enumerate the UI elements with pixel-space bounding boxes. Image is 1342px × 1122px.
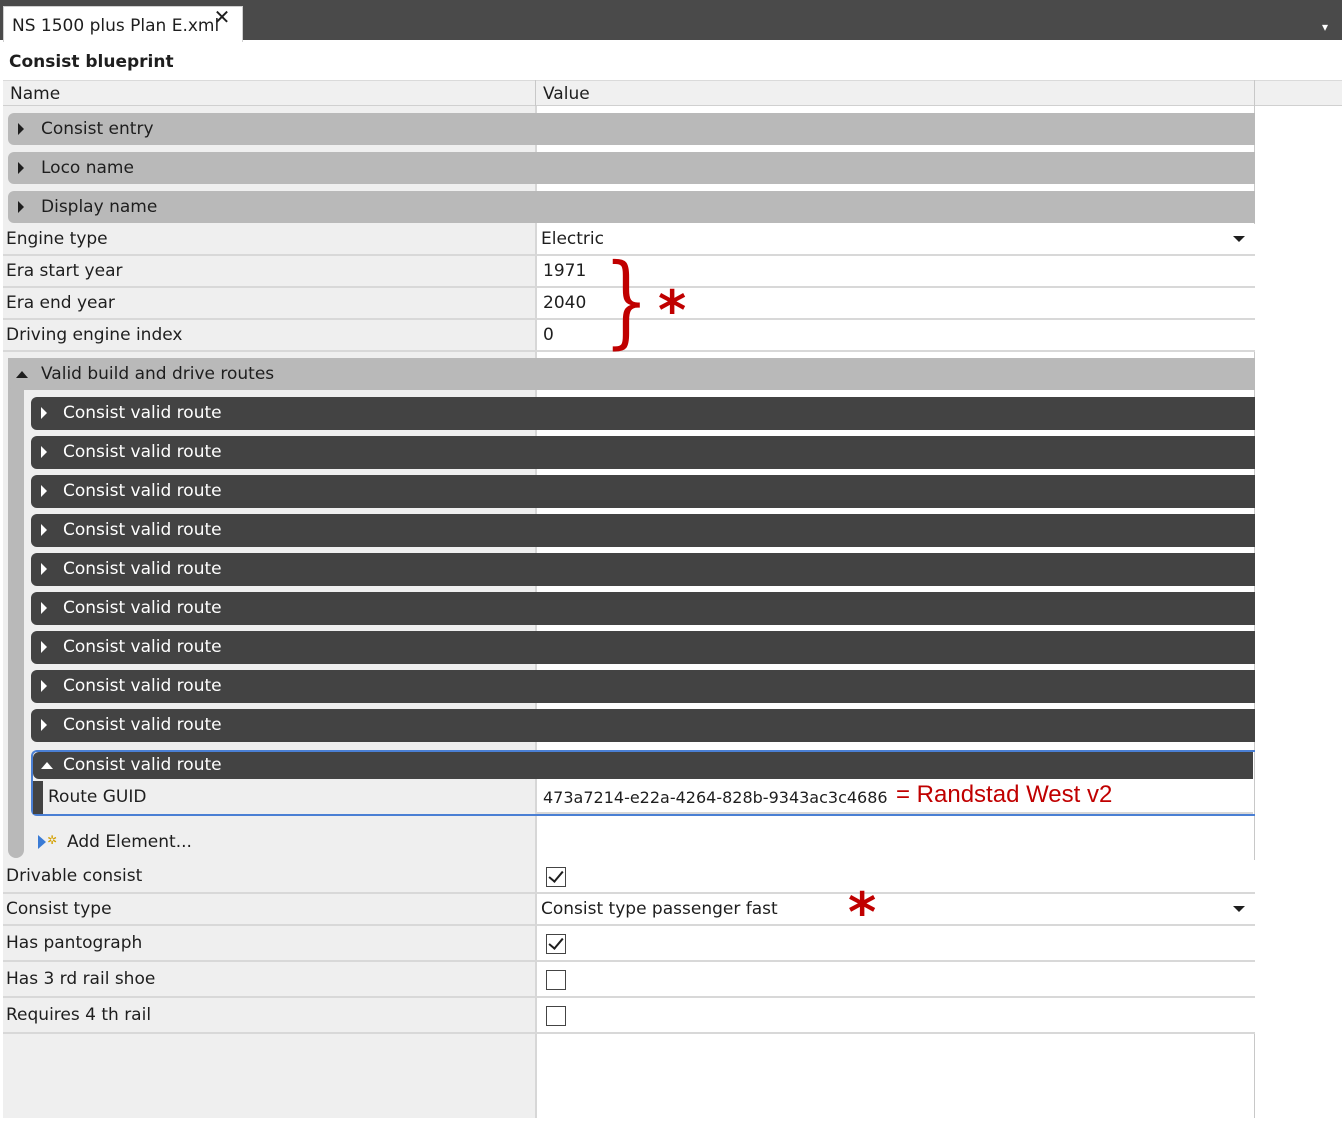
route-item[interactable]: Consist valid route	[31, 397, 1255, 430]
property-name: Engine type	[6, 229, 108, 249]
property-name: Era end year	[6, 293, 115, 313]
route-guid-input[interactable]: 473a7214-e22a-4264-828b-9343ac3c4686	[537, 781, 1253, 814]
has-3rd-rail-shoe-cell	[537, 962, 1255, 998]
route-item-label: Consist valid route	[63, 403, 222, 423]
property-name: Has 3 rd rail shoe	[6, 969, 156, 989]
consist-type-dropdown[interactable]: Consist type passenger fast	[537, 894, 1255, 926]
requires-4th-rail-cell	[537, 998, 1255, 1034]
requires-4th-rail-checkbox[interactable]	[546, 1006, 566, 1026]
expand-arrow-icon[interactable]	[18, 201, 24, 213]
routes-group-rail	[8, 358, 24, 858]
route-item-label: Consist valid route	[63, 520, 222, 540]
route-item-label: Consist valid route	[63, 598, 222, 618]
row-drivable-consist: Drivable consist	[3, 860, 1255, 894]
property-name: Era start year	[6, 261, 123, 281]
route-item[interactable]: Consist valid route	[31, 709, 1255, 742]
route-item[interactable]: Consist valid route	[31, 514, 1255, 547]
property-name: Route GUID	[48, 787, 147, 807]
row-has-pantograph: Has pantograph	[3, 926, 1255, 962]
property-value: Consist type passenger fast	[541, 899, 778, 919]
route-field-rail	[33, 781, 43, 814]
grid-header	[3, 80, 1342, 106]
property-name: Has pantograph	[6, 933, 143, 953]
close-icon[interactable]: ✕	[212, 7, 232, 27]
drivable-consist-cell	[537, 860, 1255, 894]
column-divider[interactable]	[535, 80, 536, 106]
row-requires-4th-rail: Requires 4 th rail	[3, 998, 1255, 1034]
collapse-arrow-icon[interactable]	[16, 371, 28, 378]
property-value: 1971	[543, 261, 587, 281]
section-label: Display name	[41, 197, 158, 217]
section-valid-routes[interactable]: Valid build and drive routes	[8, 358, 1255, 390]
expand-arrow-icon[interactable]	[41, 641, 47, 653]
row-separator	[3, 1032, 535, 1034]
property-name: Driving engine index	[6, 325, 183, 345]
route-item-label: Consist valid route	[63, 755, 222, 775]
route-guid-name-cell: Route GUID	[43, 781, 535, 814]
tab-title: NS 1500 plus Plan E.xml	[12, 16, 220, 36]
document-title: Consist blueprint	[9, 52, 174, 72]
section-consist-entry[interactable]: Consist entry	[8, 113, 1255, 145]
route-item[interactable]: Consist valid route	[31, 553, 1255, 586]
column-header-value[interactable]: Value	[543, 84, 590, 104]
route-item-label: Consist valid route	[63, 559, 222, 579]
expand-arrow-icon[interactable]	[18, 123, 24, 135]
section-label: Valid build and drive routes	[41, 364, 275, 384]
tab-file[interactable]: NS 1500 plus Plan E.xml	[3, 6, 243, 42]
expand-arrow-icon[interactable]	[41, 680, 47, 692]
expand-arrow-icon[interactable]	[41, 407, 47, 419]
property-value: 473a7214-e22a-4264-828b-9343ac3c4686	[543, 788, 888, 807]
sparkle-icon: ✲	[47, 833, 58, 847]
property-value: Electric	[541, 229, 604, 249]
property-name: Requires 4 th rail	[6, 1005, 152, 1025]
route-item-label: Consist valid route	[63, 715, 222, 735]
expand-arrow-icon[interactable]	[41, 446, 47, 458]
route-item-expanded[interactable]: Consist valid route	[33, 752, 1253, 779]
route-item-label: Consist valid route	[63, 442, 222, 462]
dropdown-arrow-icon[interactable]	[1233, 906, 1245, 912]
property-value: 0	[543, 325, 554, 345]
expand-arrow-icon[interactable]	[41, 602, 47, 614]
expand-arrow-icon[interactable]	[41, 524, 47, 536]
section-label: Loco name	[41, 158, 134, 178]
add-arrow-icon	[38, 835, 46, 849]
expand-arrow-icon[interactable]	[41, 719, 47, 731]
expand-arrow-icon[interactable]	[18, 162, 24, 174]
route-item-label: Consist valid route	[63, 637, 222, 657]
has-pantograph-cell	[537, 926, 1255, 962]
property-name: Consist type	[6, 899, 112, 919]
property-value: 2040	[543, 293, 587, 313]
dropdown-arrow-icon[interactable]	[1233, 236, 1245, 242]
row-consist-type: Consist type Consist type passenger fast	[3, 894, 1255, 926]
row-has-3rd-rail-shoe: Has 3 rd rail shoe	[3, 962, 1255, 998]
section-label: Consist entry	[41, 119, 154, 139]
column-divider	[1254, 80, 1255, 106]
route-item[interactable]: Consist valid route	[31, 436, 1255, 469]
expand-arrow-icon[interactable]	[41, 485, 47, 497]
expand-arrow-icon[interactable]	[41, 563, 47, 575]
route-item-label: Consist valid route	[63, 481, 222, 501]
add-element-label: Add Element...	[67, 832, 192, 852]
row-separator	[3, 350, 535, 352]
route-item[interactable]: Consist valid route	[31, 475, 1255, 508]
drivable-consist-checkbox[interactable]	[546, 867, 566, 887]
has-pantograph-checkbox[interactable]	[546, 934, 566, 954]
annotation-star: *	[658, 279, 687, 342]
route-item-label: Consist valid route	[63, 676, 222, 696]
route-item[interactable]: Consist valid route	[31, 670, 1255, 703]
route-item[interactable]: Consist valid route	[31, 592, 1255, 625]
annotation-route-note: = Randstad West v2	[896, 781, 1113, 808]
section-display-name[interactable]: Display name	[8, 191, 1255, 223]
property-name: Drivable consist	[6, 866, 143, 886]
has-3rd-rail-shoe-checkbox[interactable]	[546, 970, 566, 990]
annotation-brace: }	[604, 242, 649, 359]
collapse-arrow-icon[interactable]	[41, 762, 53, 769]
chevron-down-icon[interactable]: ▾	[1322, 20, 1336, 34]
section-loco-name[interactable]: Loco name	[8, 152, 1255, 184]
column-header-name[interactable]: Name	[10, 84, 60, 104]
route-item[interactable]: Consist valid route	[31, 631, 1255, 664]
